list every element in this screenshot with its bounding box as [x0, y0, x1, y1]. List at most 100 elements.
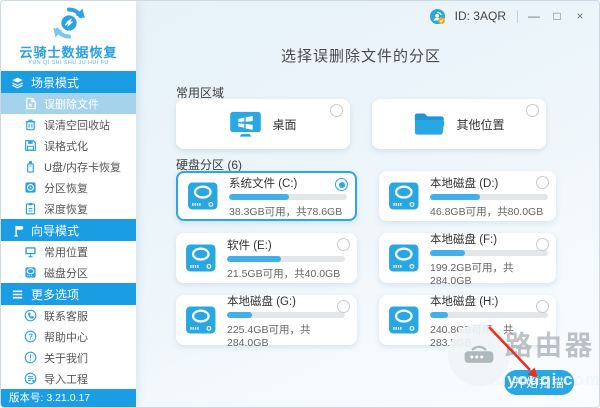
radio-button[interactable]: [536, 300, 549, 313]
location-card-label: 其他位置: [456, 117, 505, 132]
drive-usage-bar: [430, 249, 548, 256]
sidebar-section-header[interactable]: 向导模式: [1, 219, 136, 241]
sidebar-item-label: 常用位置: [44, 246, 88, 259]
sidebar-section-label: 更多选项: [31, 287, 80, 302]
phone-icon: [24, 309, 37, 322]
start-scan-button[interactable]: 开始扫描: [504, 370, 574, 395]
drive-icon: [185, 306, 217, 334]
folder-icon: [413, 111, 446, 138]
page-title: 选择误删除文件的分区: [280, 48, 441, 65]
monitor-icon: [24, 245, 37, 258]
sidebar-item[interactable]: 导入工程: [1, 368, 136, 389]
sidebar-item-label: 关于我们: [44, 352, 88, 365]
location-card[interactable]: 桌面: [176, 99, 350, 149]
sidebar-item[interactable]: 误格式化: [1, 135, 136, 156]
recycle-bin-icon: [24, 118, 37, 131]
drive-name: 本地磁盘 (D:): [430, 177, 499, 190]
location-card[interactable]: 其他位置: [372, 99, 546, 149]
deep-recovery-icon: [24, 202, 37, 215]
drive-usage-bar: [227, 311, 345, 318]
drive-usage-fill: [227, 255, 282, 262]
drive-usage-bar: [229, 193, 347, 200]
svg-text:!: !: [29, 352, 32, 362]
drive-card[interactable]: 本地磁盘 (D:) 46.8GB可用，共80.0GB: [379, 171, 556, 221]
drive-card[interactable]: 本地磁盘 (F:) 199.2GB可用，共284.0GB: [379, 233, 556, 287]
radio-button[interactable]: [526, 104, 539, 117]
drive-icon: [187, 182, 219, 210]
drive-usage-fill: [227, 311, 252, 318]
sidebar-item[interactable]: 深度恢复: [1, 198, 136, 219]
radio-button[interactable]: [536, 176, 549, 189]
radio-button[interactable]: [337, 300, 350, 313]
drive-name: 本地磁盘 (H:): [430, 295, 499, 308]
usb-card-icon: [24, 160, 37, 173]
sidebar-item-label: 误删除文件: [44, 98, 99, 111]
drive-capacity-text: 21.5GB可用，共40.0GB: [227, 267, 341, 280]
radio-button[interactable]: [330, 104, 343, 117]
drive-name: 软件 (E:): [227, 239, 272, 252]
disk-partition-icon: [24, 266, 37, 279]
drive-usage-bar: [227, 255, 345, 262]
drive-icon: [388, 182, 420, 210]
sidebar-item-label: 深度恢复: [44, 203, 88, 216]
user-id-label: ID: 3AQR: [454, 9, 506, 23]
app-logo: 云骑士数据恢复 YUN QI SHI SHU JU HUI FU: [1, 1, 136, 71]
radio-button[interactable]: [536, 238, 549, 251]
sidebar-section-header[interactable]: 场景模式: [1, 71, 136, 93]
drive-icon: [388, 306, 420, 334]
app-window: 云骑士数据恢复 YUN QI SHI SHU JU HUI FU 场景模式误删除…: [0, 0, 600, 408]
about-icon: !: [24, 351, 37, 364]
sidebar-item[interactable]: ! 关于我们: [1, 347, 136, 368]
sidebar-item[interactable]: 误清空回收站: [1, 114, 136, 135]
drive-card[interactable]: 软件 (E:) 21.5GB可用，共40.0GB: [176, 233, 357, 283]
deleted-file-icon: [24, 97, 37, 110]
account-avatar-icon[interactable]: [429, 8, 446, 25]
radio-button[interactable]: [337, 238, 350, 251]
sidebar-menu: 场景模式误删除文件误清空回收站误格式化 U盘/内存卡恢复分区恢复深度恢复向导模式常…: [1, 71, 136, 389]
drive-usage-bar: [430, 193, 548, 200]
drive-icon: [388, 244, 420, 272]
svg-text:?: ?: [28, 332, 33, 341]
sidebar-section-header[interactable]: 更多选项: [1, 283, 136, 305]
drive-capacity-text: 240.8GB可用，共283.5GB: [430, 323, 514, 349]
import-icon: [24, 372, 37, 385]
drive-grid: 系统文件 (C:) 38.3GB可用，共78.6GB 本地磁盘 (D:) 46.8GB…: [176, 171, 556, 349]
main-panel: ID: 3AQR — □ × 选择误删除文件的分区 常用区域 桌面 其他位置 硬盘…: [136, 1, 599, 407]
drive-card[interactable]: 系统文件 (C:) 38.3GB可用，共78.6GB: [176, 171, 357, 221]
scene-mode-icon: [11, 76, 24, 89]
drive-card[interactable]: 本地磁盘 (G:) 225.4GB可用，共284.0GB: [176, 295, 357, 349]
common-cards: 桌面 其他位置: [176, 99, 546, 149]
help-icon: ?: [24, 330, 37, 343]
sidebar-item-label: 分区恢复: [44, 182, 88, 195]
sidebar-item[interactable]: 联系客服: [1, 305, 136, 326]
drive-capacity-text: 38.3GB可用，共78.6GB: [229, 205, 343, 218]
sidebar-item-label: 帮助中心: [44, 331, 88, 344]
drive-icon: [185, 244, 217, 272]
drive-name: 系统文件 (C:): [229, 177, 298, 190]
drive-capacity-text: 225.4GB可用，共284.0GB: [227, 323, 311, 349]
radio-button[interactable]: [335, 178, 348, 191]
sidebar-item[interactable]: 分区恢复: [1, 177, 136, 198]
drive-card[interactable]: 本地磁盘 (H:) 240.8GB可用，共283.5GB: [379, 295, 556, 349]
sidebar-item-label: 联系客服: [44, 310, 88, 323]
drive-usage-fill: [229, 193, 290, 200]
drive-usage-fill: [430, 193, 480, 200]
close-button[interactable]: ×: [573, 9, 587, 23]
sidebar-item[interactable]: 常用位置: [1, 241, 136, 262]
drive-usage-fill: [430, 249, 466, 256]
sidebar-item-label: 导入工程: [44, 373, 88, 386]
sidebar-item[interactable]: ? 帮助中心: [1, 326, 136, 347]
titlebar: ID: 3AQR — □ ×: [429, 1, 599, 31]
sidebar-item[interactable]: 磁盘分区: [1, 262, 136, 283]
drive-capacity-text: 46.8GB可用，共80.0GB: [430, 205, 544, 218]
drive-usage-bar: [430, 311, 548, 318]
minimize-button[interactable]: —: [527, 9, 541, 23]
drive-name: 本地磁盘 (F:): [430, 233, 498, 246]
recovery-logo-icon: [51, 5, 87, 41]
drive-capacity-text: 199.2GB可用，共284.0GB: [430, 261, 514, 287]
sidebar-item[interactable]: U盘/内存卡恢复: [1, 156, 136, 177]
sidebar-item-label: 误清空回收站: [44, 119, 110, 132]
wizard-mode-icon: [11, 224, 24, 237]
sidebar-item[interactable]: 误删除文件: [1, 93, 136, 114]
maximize-button[interactable]: □: [550, 9, 564, 23]
